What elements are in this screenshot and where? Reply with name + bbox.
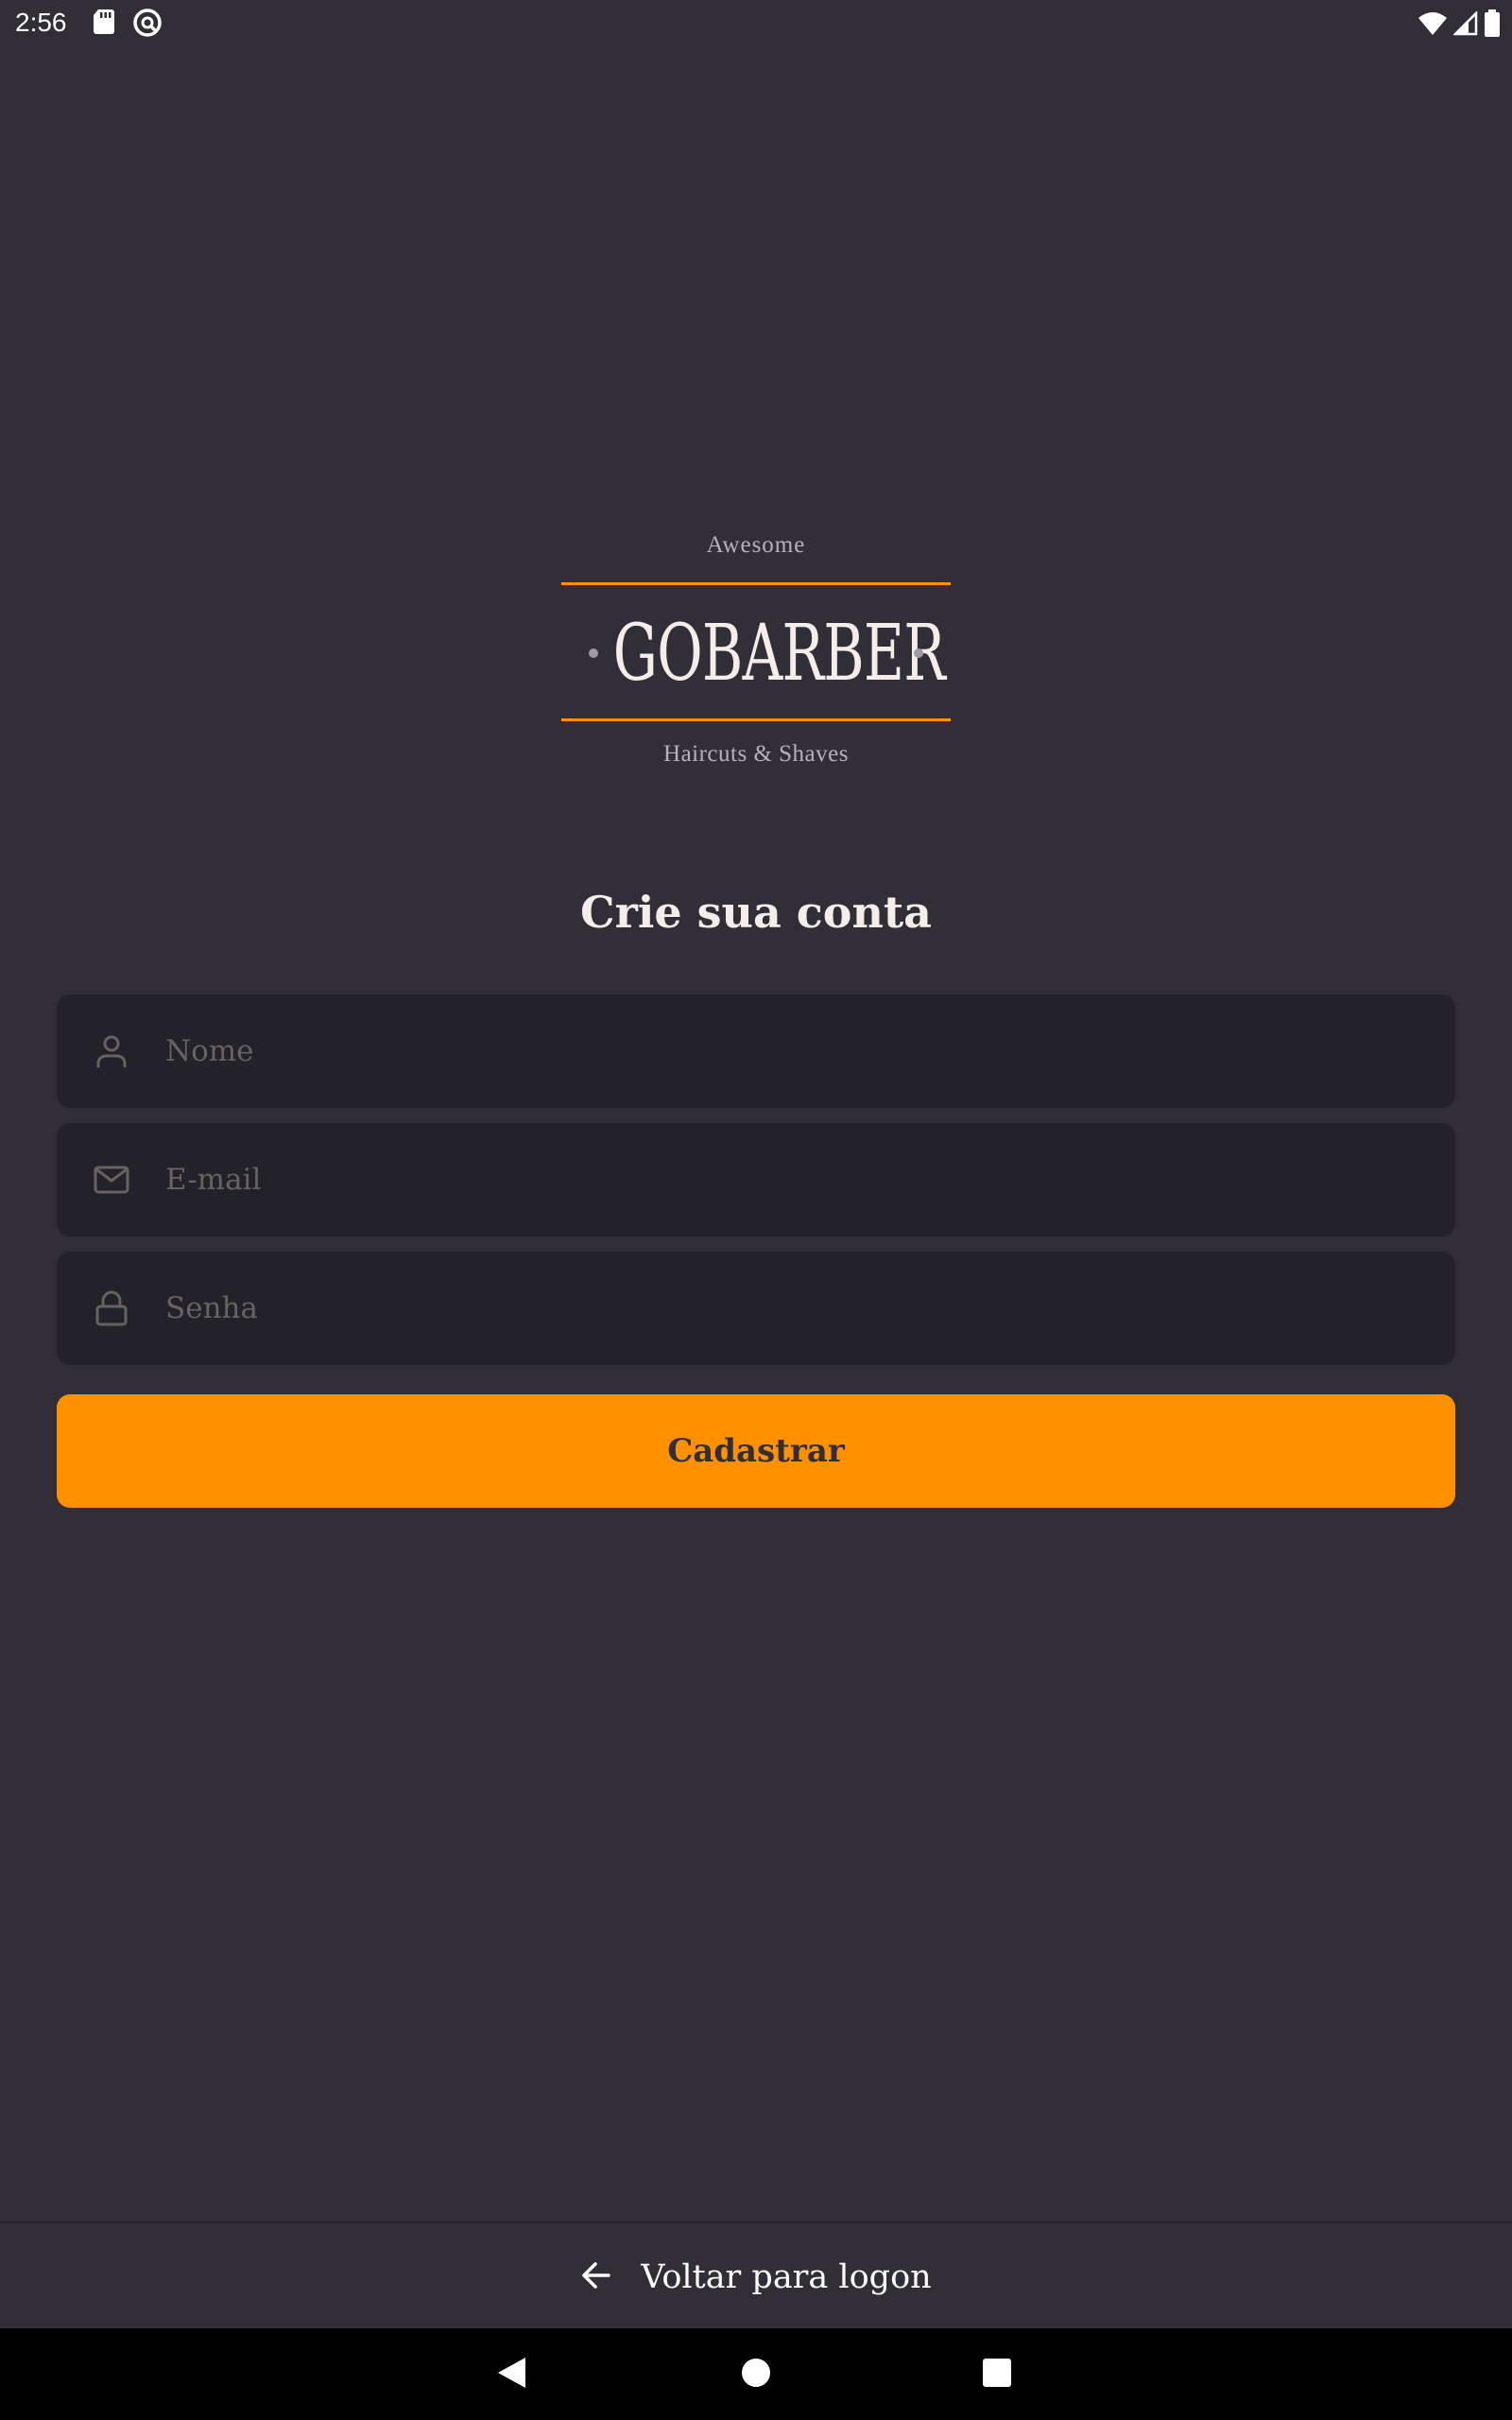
logo-dot-right bbox=[914, 648, 923, 658]
email-input[interactable] bbox=[165, 1123, 1422, 1236]
logo-tagline: Haircuts & Shaves bbox=[663, 741, 849, 767]
system-nav-bar bbox=[0, 2328, 1512, 2420]
user-icon bbox=[93, 1032, 130, 1070]
password-field[interactable] bbox=[57, 1252, 1455, 1365]
logo-top-text: Awesome bbox=[706, 532, 806, 558]
app-logo: Awesome GOBARBER Haircuts & Shaves bbox=[558, 525, 954, 780]
logo-divider-bottom bbox=[561, 718, 951, 721]
vpn-key-icon bbox=[132, 8, 163, 42]
back-to-logon-label: Voltar para logon bbox=[641, 2257, 932, 2296]
name-input[interactable] bbox=[165, 994, 1422, 1108]
mail-icon bbox=[93, 1161, 130, 1199]
nav-recents-button[interactable] bbox=[950, 2328, 1044, 2420]
logo-dot-left bbox=[589, 648, 598, 658]
password-input[interactable] bbox=[165, 1252, 1422, 1365]
battery-icon bbox=[1484, 9, 1501, 42]
nav-back-button[interactable] bbox=[464, 2328, 558, 2420]
arrow-left-icon bbox=[580, 2259, 612, 2295]
register-button[interactable]: Cadastrar bbox=[57, 1394, 1455, 1508]
nav-home-button[interactable] bbox=[709, 2328, 803, 2420]
name-field[interactable] bbox=[57, 994, 1455, 1108]
status-bar: 2:56 bbox=[0, 0, 1512, 45]
email-field[interactable] bbox=[57, 1123, 1455, 1236]
sd-card-icon bbox=[91, 8, 117, 40]
logo-wordmark: GOBARBER bbox=[612, 609, 946, 699]
recents-icon bbox=[983, 2358, 1011, 2391]
wifi-icon bbox=[1418, 10, 1448, 41]
lock-icon bbox=[93, 1289, 130, 1327]
logo-divider-top bbox=[561, 582, 951, 585]
page-title: Crie sua conta bbox=[580, 887, 932, 938]
signal-icon bbox=[1452, 9, 1478, 40]
back-icon bbox=[495, 2356, 527, 2394]
back-to-logon-link[interactable]: Voltar para logon bbox=[0, 2221, 1512, 2330]
status-time: 2:56 bbox=[15, 8, 67, 37]
home-icon bbox=[741, 2358, 771, 2392]
